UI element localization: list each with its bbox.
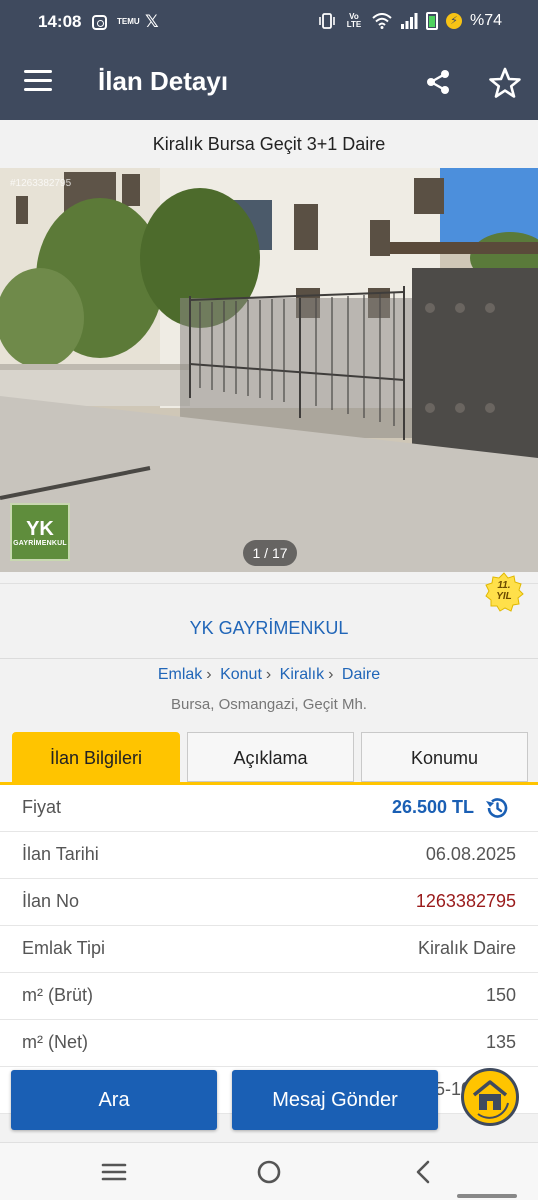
detail-key: İlan No xyxy=(22,891,80,911)
listing-photo[interactable]: #1263382795 YK GAYRİMENKUL 1 / 17 xyxy=(0,168,538,572)
system-icons: Vo LTE ⚡ %74 xyxy=(318,12,502,30)
gesture-handle xyxy=(457,1194,517,1198)
send-message-button[interactable]: Mesaj Gönder xyxy=(232,1070,438,1130)
wifi-icon xyxy=(372,13,392,29)
battery-icon xyxy=(425,12,438,30)
price-history-icon[interactable] xyxy=(484,795,510,821)
tab-ilan-bilgileri[interactable]: İlan Bilgileri xyxy=(12,732,180,782)
volte-icon: Vo LTE xyxy=(346,12,362,29)
detail-key: m² (Brüt) xyxy=(22,985,93,1005)
breadcrumb-item-daire[interactable]: Daire xyxy=(342,666,380,683)
temu-icon: TEMU xyxy=(117,17,140,26)
detail-value: 135 xyxy=(485,1032,516,1052)
status-bar: 14:08 TEMU 𝕏 Vo LTE ⚡ %74 xyxy=(0,0,538,46)
status-time: 14:08 xyxy=(38,12,82,31)
location-text: Bursa, Osmangazi, Geçit Mh. xyxy=(171,696,367,713)
notification-icons: TEMU 𝕏 xyxy=(92,12,159,32)
home-circle-icon[interactable] xyxy=(254,1157,284,1187)
agency-name-link[interactable]: YK GAYRİMENKUL xyxy=(190,618,349,639)
badge-number: 11. xyxy=(497,580,511,591)
detail-row-net-area: m² (Net) 135 xyxy=(0,1020,538,1067)
detail-key: Fiyat xyxy=(22,797,62,817)
detail-value: 06.08.2025 xyxy=(425,844,516,864)
detail-row-ad-number: İlan No 1263382795 xyxy=(0,879,538,926)
system-nav-bar xyxy=(0,1142,538,1200)
agency-logo-text: YK xyxy=(26,517,54,540)
ad-title: Kiralık Bursa Geçit 3+1 Daire xyxy=(0,120,538,168)
instagram-icon xyxy=(92,14,107,30)
agency-section: YK GAYRİMENKUL 11. YIL xyxy=(0,572,538,659)
app-bar: İlan Detayı xyxy=(0,46,538,120)
share-icon[interactable] xyxy=(424,68,452,96)
badge-label: YIL xyxy=(496,591,512,602)
breadcrumb-item-kiralik[interactable]: Kiralık xyxy=(280,666,324,683)
detail-key: İlan Tarihi xyxy=(22,844,99,864)
chevron-right-icon: › xyxy=(206,666,212,683)
star-icon[interactable] xyxy=(488,66,522,100)
price-value: 26.500 TL xyxy=(391,797,474,817)
detail-row-type: Emlak Tipi Kiralık Daire xyxy=(0,926,538,973)
building-photo xyxy=(0,168,538,572)
ad-number-value: 1263382795 xyxy=(415,891,516,911)
chevron-right-icon: › xyxy=(265,666,272,683)
home-icon xyxy=(472,1080,509,1119)
detail-value: 150 xyxy=(485,985,516,1005)
tab-konumu[interactable]: Konumu xyxy=(361,732,528,782)
detail-key: m² (Net) xyxy=(22,1032,88,1052)
breadcrumb-item-konut[interactable]: Konut xyxy=(220,666,262,683)
years-badge: 11. YIL xyxy=(484,572,524,612)
home-button[interactable] xyxy=(461,1068,519,1126)
battery-percent: %74 xyxy=(469,12,502,29)
photo-watermark: #1263382795 xyxy=(10,178,72,189)
call-button[interactable]: Ara xyxy=(11,1070,217,1130)
top-bar: 14:08 TEMU 𝕏 Vo LTE ⚡ %74 İlan Detayı xyxy=(0,0,538,120)
page-title: İlan Detayı xyxy=(98,66,229,96)
back-icon[interactable] xyxy=(409,1157,439,1187)
agency-logo-subtext: GAYRİMENKUL xyxy=(13,539,67,547)
detail-row-price: Fiyat 26.500 TL xyxy=(0,785,538,832)
detail-row-gross-area: m² (Brüt) 150 xyxy=(0,973,538,1020)
details-table: Fiyat 26.500 TL İlan Tarihi 06.08.2025 İ… xyxy=(0,785,538,1114)
signal-icon xyxy=(400,13,418,29)
breadcrumb-item-emlak[interactable]: Emlak xyxy=(158,666,202,683)
detail-row-date: İlan Tarihi 06.08.2025 xyxy=(0,832,538,879)
tab-bar: İlan Bilgileri Açıklama Konumu xyxy=(0,731,538,787)
x-icon: 𝕏 xyxy=(145,12,159,31)
chevron-right-icon: › xyxy=(328,666,334,683)
menu-icon[interactable] xyxy=(24,70,52,92)
agency-logo: YK GAYRİMENKUL xyxy=(10,503,70,561)
detail-value: Kiralık Daire xyxy=(417,938,516,958)
detail-key: Emlak Tipi xyxy=(22,938,106,958)
vibrate-icon xyxy=(319,13,335,29)
charging-icon: ⚡ xyxy=(445,13,462,29)
badge-text: 11. YIL xyxy=(484,580,524,602)
tab-aciklama[interactable]: Açıklama xyxy=(187,732,354,782)
recent-apps-icon[interactable] xyxy=(99,1157,129,1187)
photo-counter: 1 / 17 xyxy=(243,540,297,566)
breadcrumb: Emlak › Konut › Kiralık › Daire xyxy=(0,666,538,684)
